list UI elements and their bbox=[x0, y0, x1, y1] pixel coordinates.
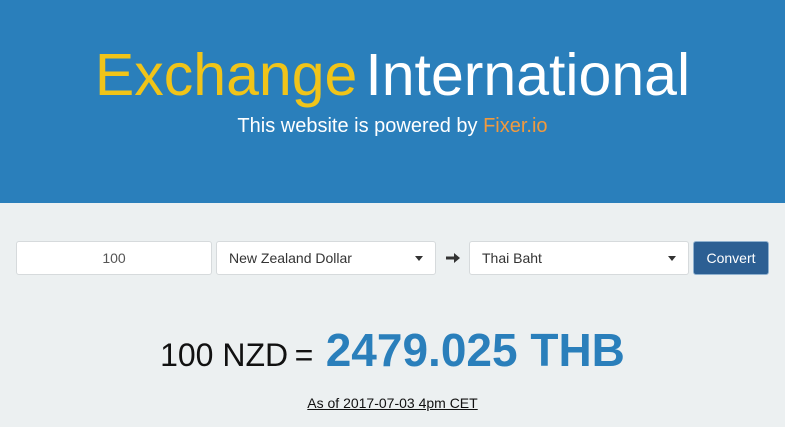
rate-timestamp-link[interactable]: As of 2017-07-03 4pm CET bbox=[307, 395, 477, 411]
converted-amount: 2479.025 THB bbox=[325, 324, 625, 376]
tagline: This website is powered by Fixer.io bbox=[0, 113, 785, 139]
equals-sign: = bbox=[294, 337, 314, 373]
hero-banner: Exchange International This website is po… bbox=[0, 0, 785, 203]
amount-input[interactable] bbox=[16, 241, 212, 275]
from-currency-select[interactable]: New Zealand Dollar bbox=[216, 241, 436, 275]
fixer-link[interactable]: Fixer.io bbox=[483, 115, 547, 137]
tagline-text: This website is powered by bbox=[237, 115, 484, 137]
source-amount: 100 NZD bbox=[160, 337, 289, 373]
rate-timestamp: As of 2017-07-03 4pm CET bbox=[0, 395, 785, 411]
site-brand: Exchange International bbox=[0, 40, 785, 110]
caret-down-icon bbox=[415, 256, 423, 261]
arrow-right-icon bbox=[446, 253, 460, 263]
to-currency-value: Thai Baht bbox=[482, 250, 542, 266]
caret-down-icon bbox=[668, 256, 676, 261]
to-currency-select[interactable]: Thai Baht bbox=[469, 241, 689, 275]
from-currency-value: New Zealand Dollar bbox=[229, 250, 352, 266]
convert-button[interactable]: Convert bbox=[693, 241, 769, 275]
brand-international: International bbox=[365, 42, 691, 108]
conversion-result: 100 NZD = 2479.025 THB bbox=[0, 320, 785, 392]
converter-form: New Zealand Dollar Thai Baht Convert bbox=[0, 241, 785, 275]
brand-exchange: Exchange bbox=[94, 42, 358, 108]
